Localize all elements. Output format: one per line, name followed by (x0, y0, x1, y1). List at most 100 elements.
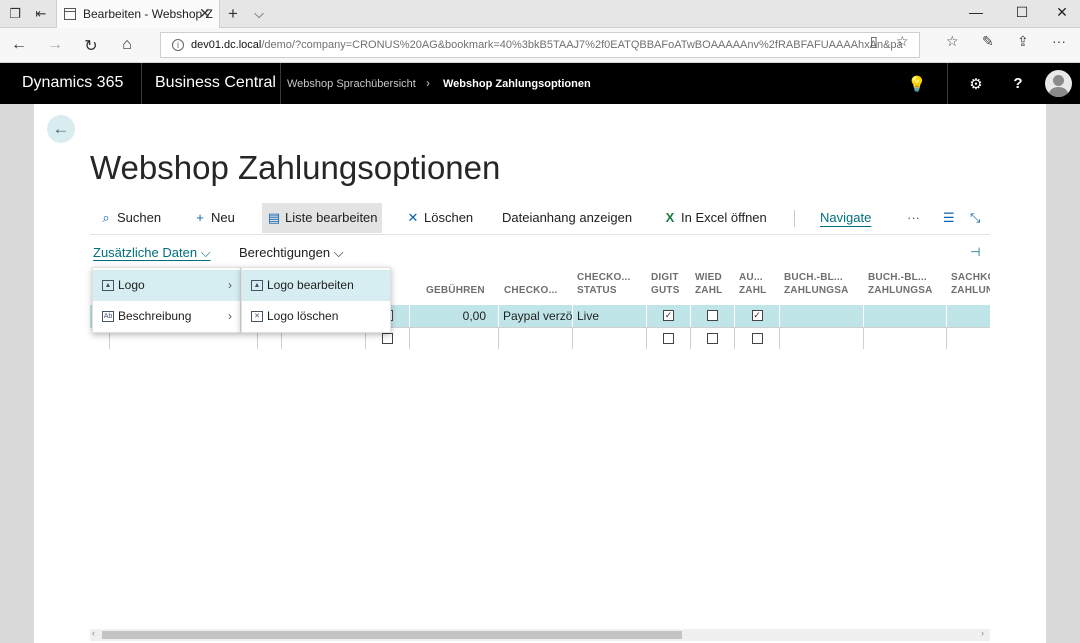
tab-actions-icon[interactable]: ❐ (6, 5, 24, 23)
image-icon: ▲ (102, 280, 114, 291)
digit-checkbox[interactable]: ✓ (663, 310, 674, 322)
header-divider (280, 63, 281, 104)
extra-data-dropdown: ▲ Logo › Ab Beschreibung › (92, 267, 241, 333)
table-cell[interactable] (864, 305, 947, 327)
checkout-cell[interactable]: Paypal verzö (499, 305, 573, 327)
excel-icon: X (665, 210, 675, 225)
url-field[interactable]: i dev01.dc.local/demo/?company=CRONUS%20… (160, 32, 920, 58)
menu-item-logo[interactable]: ▲ Logo › (93, 270, 240, 301)
breadcrumb-chevron-icon: › (426, 76, 430, 90)
horizontal-scrollbar[interactable]: ‹ › (90, 628, 990, 641)
column-header-sachkonto[interactable]: SACHKO ZAHLUN (951, 271, 990, 306)
table-cell[interactable] (691, 328, 735, 349)
help-icon[interactable]: ? (1008, 75, 1028, 92)
search-button[interactable]: ⌕ Suchen (98, 203, 161, 233)
permissions-menu[interactable]: Berechtigungen ⌵ (239, 245, 344, 261)
back-arrow-icon: ← (52, 119, 70, 138)
navigate-button[interactable]: Navigate (820, 203, 871, 233)
site-info-icon[interactable]: i (172, 39, 184, 51)
pen-notes-icon[interactable]: ✎ (982, 33, 994, 50)
tab-menu-chevron-icon[interactable]: ⌵ (250, 5, 268, 23)
menu-item-description[interactable]: Ab Beschreibung › (93, 301, 240, 332)
scroll-right-icon[interactable]: › (981, 628, 984, 638)
status-cell[interactable]: Live (573, 305, 647, 327)
new-button[interactable]: + Neu (192, 203, 235, 233)
edit-list-icon: ▤ (267, 210, 281, 225)
maximize-icon[interactable]: ☐ (1012, 4, 1032, 21)
browser-tab[interactable]: Bearbeiten - Webshop Z (56, 0, 220, 28)
column-header-au[interactable]: AU... ZAHL (739, 271, 766, 306)
wied-checkbox[interactable] (707, 333, 718, 345)
checkout-cell[interactable] (499, 328, 573, 349)
favorites-hub-icon[interactable]: ☆ (946, 33, 959, 50)
app-name[interactable]: Business Central (155, 74, 276, 92)
table-cell[interactable] (864, 328, 947, 349)
avatar-body (1049, 87, 1068, 97)
table-cell[interactable] (780, 305, 864, 327)
column-header-digit[interactable]: DIGIT GUTS (651, 271, 680, 306)
column-header-buch-1[interactable]: BUCH.-BL... ZAHLUNGSA (784, 271, 849, 306)
table-cell[interactable] (947, 305, 990, 327)
checkbox[interactable] (382, 333, 393, 345)
more-actions-icon[interactable]: ··· (907, 203, 920, 233)
wied-checkbox[interactable] (707, 310, 718, 322)
header-divider (947, 63, 948, 104)
sub-action-bar: Zusätzliche Daten ⌵ Berechtigungen ⌵ ⊣ (90, 235, 990, 269)
search-icon: ⌕ (102, 210, 110, 225)
menu-item-edit-logo[interactable]: ▲ Logo bearbeiten (242, 270, 390, 301)
tab-close-icon[interactable]: ✕ (199, 5, 211, 22)
delete-button[interactable]: ✕ Löschen (405, 203, 474, 233)
open-in-excel-button[interactable]: X In Excel öffnen (662, 203, 767, 233)
header-divider (141, 63, 142, 104)
fees-cell[interactable]: 0,00 (410, 305, 499, 327)
au-checkbox[interactable] (751, 333, 763, 345)
column-header-buch-2[interactable]: BUCH.-BL... ZAHLUNGSA (868, 271, 933, 306)
list-view-icon[interactable]: ☰ (943, 203, 955, 233)
lightbulb-icon[interactable]: 💡 (907, 75, 927, 93)
au-checkbox[interactable]: ✓ (751, 310, 763, 322)
column-header-checkout-status[interactable]: CHECKO... STATUS (577, 271, 630, 306)
menu-item-delete-logo[interactable]: ✕ Logo löschen (242, 301, 390, 332)
reading-view-icon[interactable]: ▯ (870, 33, 878, 50)
share-icon[interactable]: ⇪ (1017, 33, 1029, 50)
new-tab-icon[interactable]: + (224, 5, 242, 23)
delete-icon: ✕ (407, 210, 419, 225)
image-icon: ▲ (251, 280, 263, 291)
home-icon[interactable]: ⌂ (117, 36, 137, 54)
breadcrumb-parent[interactable]: Webshop Sprachübersicht (287, 78, 416, 90)
avatar[interactable] (1045, 70, 1072, 97)
table-cell[interactable] (735, 328, 780, 349)
product-name[interactable]: Dynamics 365 (22, 74, 123, 92)
table-cell[interactable]: ✓ (647, 305, 691, 327)
favorite-star-icon[interactable]: ☆ (896, 33, 909, 50)
refresh-icon[interactable]: ↻ (81, 36, 101, 56)
more-menu-icon[interactable]: ··· (1052, 33, 1066, 49)
chevron-down-icon: ⌵ (333, 245, 344, 260)
url-path: /demo/?company=CRONUS%20AG&bookmark=40%3… (261, 39, 903, 51)
status-cell[interactable] (573, 328, 647, 349)
column-header-wied[interactable]: WIED ZAHL (695, 271, 722, 306)
pin-icon[interactable]: ⊣ (970, 245, 980, 259)
collapse-icon[interactable]: ⤡ (970, 203, 980, 233)
breadcrumb-current: Webshop Zahlungsoptionen (443, 78, 591, 90)
scrollbar-thumb[interactable] (102, 631, 682, 639)
table-cell[interactable]: ✓ (735, 305, 780, 327)
table-cell[interactable] (780, 328, 864, 349)
table-cell[interactable] (691, 305, 735, 327)
edit-list-button[interactable]: ▤ Liste bearbeiten (262, 203, 382, 233)
show-attachments-button[interactable]: Dateianhang anzeigen (502, 203, 632, 233)
chevron-right-icon: › (228, 278, 232, 292)
scroll-left-icon[interactable]: ‹ (92, 628, 95, 638)
back-button[interactable]: ← (47, 115, 75, 143)
set-aside-tabs-icon[interactable]: ⇤ (32, 5, 50, 23)
window-close-icon[interactable]: ✕ (1052, 4, 1072, 21)
minimize-icon[interactable]: — (966, 4, 986, 20)
forward-arrow-icon[interactable]: → (45, 36, 65, 54)
back-arrow-icon[interactable]: ← (9, 36, 29, 54)
digit-checkbox[interactable] (663, 333, 674, 345)
extra-data-menu[interactable]: Zusätzliche Daten ⌵ (93, 245, 211, 261)
fees-cell[interactable] (410, 328, 499, 349)
gear-icon[interactable]: ⚙ (966, 75, 986, 93)
table-cell[interactable] (947, 328, 990, 349)
table-cell[interactable] (647, 328, 691, 349)
